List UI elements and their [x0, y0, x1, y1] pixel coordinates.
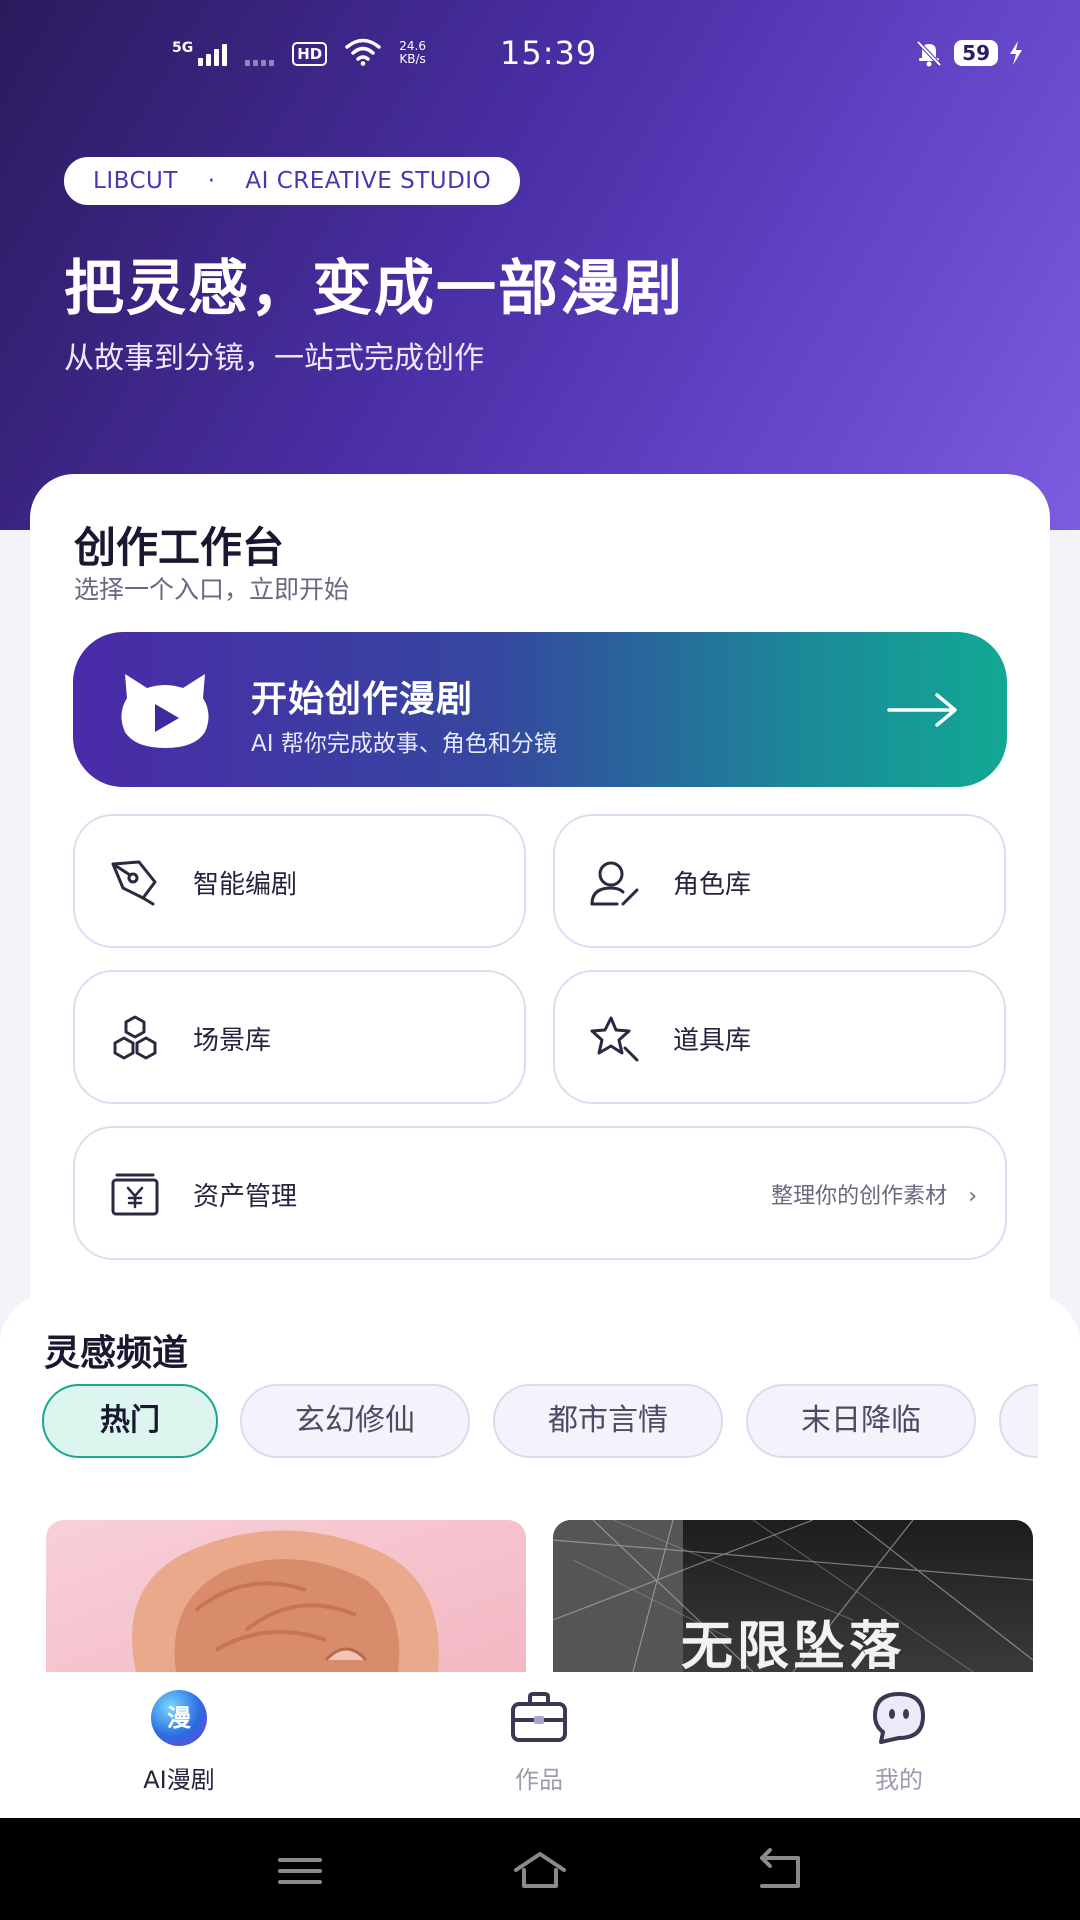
workbench-card: 创作工作台 选择一个入口，立即开始 开始创作漫剧 AI 帮你完成故事、角色和分镜…: [30, 474, 1050, 1314]
tile-label: 场景库: [193, 1026, 272, 1056]
badge-separator: ·: [207, 168, 216, 194]
bell-muted-icon: [916, 40, 942, 67]
manhua-orb-icon: 漫: [151, 1690, 207, 1746]
anime-hair-image: [132, 1530, 439, 1672]
tile-scene-library[interactable]: 场景库: [73, 970, 526, 1104]
chip-more[interactable]: [999, 1384, 1038, 1458]
chip-apocalypse[interactable]: 末日降临: [746, 1384, 976, 1458]
hero-subtitle: 从故事到分镜，一站式完成创作: [64, 341, 484, 376]
hd-badge: HD: [292, 42, 328, 66]
tab-ai-drama[interactable]: 漫 AI漫剧: [79, 1672, 279, 1818]
wifi-icon: [345, 38, 381, 66]
status-time: 15:39: [500, 34, 598, 72]
asset-hint: 整理你的创作素材 ›: [771, 1178, 977, 1210]
cta-subtitle: AI 帮你完成故事、角色和分镜: [251, 731, 557, 757]
user-edit-icon: [590, 861, 639, 906]
asset-hint-text: 整理你的创作素材: [771, 1184, 948, 1209]
back-icon[interactable]: [750, 1846, 810, 1896]
tile-label: 智能编剧: [193, 870, 298, 900]
badge-brand: LIBCUT: [93, 168, 178, 194]
drama-card-title: 无限坠落: [680, 1616, 905, 1672]
status-left: 5G HD 24.6 KB/s: [172, 38, 426, 66]
cat-play-icon: [121, 674, 209, 748]
home-icon[interactable]: [510, 1846, 570, 1896]
arrow-right-icon: [887, 693, 957, 727]
charging-icon: [1010, 41, 1022, 65]
chip-fantasy[interactable]: 玄幻修仙: [240, 1384, 470, 1458]
star-wand-icon: [590, 1016, 639, 1062]
speed-unit: KB/s: [399, 52, 426, 66]
chat-face-icon: [873, 1692, 925, 1744]
tab-label: 我的: [875, 1766, 923, 1794]
tile-label: 道具库: [673, 1026, 752, 1056]
tab-label: 作品: [515, 1766, 563, 1794]
chip-hot[interactable]: 热门: [42, 1384, 218, 1458]
status-bar: 5G HD 24.6 KB/s 15:39 59: [0, 0, 1080, 110]
badge-studio: AI CREATIVE STUDIO: [245, 168, 492, 194]
tab-works[interactable]: 作品: [439, 1672, 639, 1818]
tile-prop-library[interactable]: 道具库: [553, 970, 1006, 1104]
start-creating-button[interactable]: 开始创作漫剧 AI 帮你完成故事、角色和分镜: [73, 632, 1007, 787]
network-speed: 24.6 KB/s: [399, 40, 426, 66]
category-chips: 热门 玄幻修仙 都市言情 末日降临: [42, 1384, 1038, 1464]
briefcase-icon: [511, 1692, 567, 1742]
tile-label: 资产管理: [193, 1182, 298, 1212]
inspiration-title: 灵感频道: [44, 1333, 189, 1374]
workbench-subtitle: 选择一个入口，立即开始: [74, 575, 350, 604]
chip-urban-romance[interactable]: 都市言情: [493, 1384, 723, 1458]
pen-nib-icon: [111, 860, 157, 906]
tile-asset-management[interactable]: 资产管理 整理你的创作素材 ›: [73, 1126, 1007, 1260]
bottom-tab-bar: 漫 AI漫剧 作品 我的: [0, 1672, 1080, 1818]
menu-icon[interactable]: [270, 1846, 330, 1896]
tile-character-library[interactable]: 角色库: [553, 814, 1006, 948]
workbench-title: 创作工作台: [74, 523, 285, 572]
battery-level: 59: [954, 40, 998, 66]
tile-smart-script[interactable]: 智能编剧: [73, 814, 526, 948]
cta-title: 开始创作漫剧: [251, 679, 474, 720]
tab-label: AI漫剧: [143, 1766, 215, 1794]
chevron-right-icon: ›: [968, 1184, 977, 1209]
tile-label: 角色库: [673, 870, 752, 900]
hero-title: 把灵感，变成一部漫剧: [64, 254, 684, 324]
drama-card-1[interactable]: [46, 1520, 526, 1672]
brand-badge: LIBCUT · AI CREATIVE STUDIO: [64, 157, 521, 205]
system-nav-bar: [0, 1818, 1080, 1920]
signal-5g-icon: 5G: [172, 40, 228, 66]
yen-box-icon: [111, 1173, 159, 1216]
network-tag: 5G: [172, 40, 194, 56]
hexagons-icon: [113, 1015, 157, 1060]
drama-card-2[interactable]: 无限坠落: [553, 1520, 1033, 1672]
status-right: 59: [914, 38, 1024, 68]
signal-secondary-icon: [245, 40, 275, 66]
tab-mine[interactable]: 我的: [799, 1672, 999, 1818]
